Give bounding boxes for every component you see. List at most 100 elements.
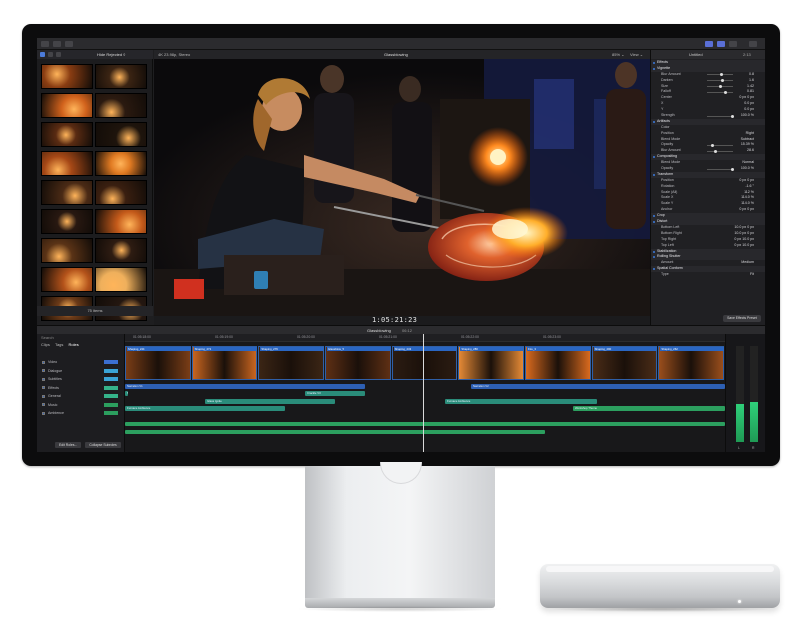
param-slider[interactable] <box>707 73 733 77</box>
section-toggle-icon[interactable] <box>653 62 655 64</box>
section-toggle-icon[interactable] <box>653 268 655 271</box>
tab-tags[interactable]: Tags <box>55 342 63 347</box>
role-color-swatch[interactable] <box>104 411 118 415</box>
clip-thumbnail[interactable] <box>95 267 147 292</box>
clip-thumbnail[interactable] <box>41 151 93 176</box>
audio-clip[interactable]: Glass Ignite <box>205 399 335 404</box>
slider-knob[interactable] <box>723 90 727 94</box>
index-search-field[interactable]: Search <box>41 335 54 340</box>
keyword-icon[interactable] <box>53 41 61 47</box>
timeline-clip[interactable]: Shaping_244 <box>125 346 191 380</box>
audio-clip[interactable]: Workshop Theme <box>573 406 725 411</box>
audio-clip[interactable]: Furnace Ambience <box>445 399 597 404</box>
audio-clip[interactable]: Furnace Ambience <box>125 406 285 411</box>
section-toggle-icon[interactable] <box>653 173 655 176</box>
timeline-clip[interactable]: Shaping_276 <box>258 346 324 380</box>
clip-thumbnail[interactable] <box>95 93 147 118</box>
section-toggle-icon[interactable] <box>653 215 655 218</box>
slider-knob[interactable] <box>731 114 734 118</box>
slider-knob[interactable] <box>719 85 722 89</box>
section-toggle-icon[interactable] <box>653 120 655 123</box>
slider-knob[interactable] <box>710 143 714 147</box>
audio-clip[interactable] <box>125 422 725 426</box>
collapse-subroles-button[interactable]: Collapse Subroles <box>85 442 121 448</box>
playhead-timecode[interactable]: 1:05:21:23 <box>372 316 417 324</box>
inspector-param[interactable]: Type Fit <box>651 272 765 278</box>
timeline-layout-icon[interactable] <box>717 41 725 47</box>
library-icon[interactable] <box>40 52 45 57</box>
role-checkbox[interactable] <box>42 411 45 415</box>
param-slider[interactable] <box>707 85 733 89</box>
param-slider[interactable] <box>707 114 734 118</box>
background-tasks-icon[interactable] <box>65 41 73 47</box>
role-checkbox[interactable] <box>42 394 45 398</box>
clip-thumbnail[interactable] <box>95 64 147 89</box>
clip-filter-menu[interactable]: Hide Rejected ◊ <box>97 52 125 57</box>
import-icon[interactable] <box>41 41 49 47</box>
clip-thumbnail[interactable] <box>95 209 147 234</box>
role-color-swatch[interactable] <box>104 402 118 407</box>
param-slider[interactable] <box>707 167 734 171</box>
clip-thumbnail[interactable] <box>95 151 147 176</box>
slider-knob[interactable] <box>720 73 724 77</box>
timeline-clip[interactable]: Shaping_262 <box>658 346 724 380</box>
clip-thumbnail[interactable] <box>95 238 147 263</box>
role-item[interactable]: Subtitles <box>40 375 122 384</box>
section-toggle-icon[interactable] <box>653 250 655 253</box>
role-item[interactable]: Music <box>40 401 122 410</box>
timeline-clip[interactable]: Shaping_290 <box>591 346 658 380</box>
save-effects-preset-button[interactable]: Save Effects Preset <box>723 315 761 322</box>
slider-knob[interactable] <box>721 79 725 83</box>
role-checkbox[interactable] <box>42 386 45 389</box>
param-slider[interactable] <box>707 149 733 153</box>
clip-thumbnail[interactable] <box>41 64 93 89</box>
timeline-clip[interactable]: Fire_3 <box>525 346 591 380</box>
edit-roles-button[interactable]: Edit Roles... <box>55 442 82 448</box>
playhead[interactable] <box>423 334 424 452</box>
audio-clip[interactable] <box>125 430 545 434</box>
timeline-clip[interactable]: Shaping_280 <box>458 346 524 380</box>
role-color-swatch[interactable] <box>104 360 118 364</box>
param-value[interactable]: Fit <box>750 272 754 278</box>
clip-thumbnail[interactable] <box>41 238 93 263</box>
timeline-clip[interactable]: Shaping_272 <box>191 346 258 380</box>
timeline-clip[interactable]: Shaping_243 <box>391 346 458 380</box>
inspector-layout-icon[interactable] <box>729 41 737 47</box>
slider-knob[interactable] <box>714 149 718 153</box>
tab-roles[interactable]: Roles <box>69 342 79 347</box>
clip-thumbnail[interactable] <box>41 209 93 234</box>
audio-clip[interactable]: Crackle V3 <box>305 391 365 396</box>
param-slider[interactable] <box>707 79 733 83</box>
audio-clip[interactable]: Narration V2 <box>471 384 725 389</box>
timeline[interactable]: 01:05:18:00 01:05:19:00 01:05:20:00 01:05:2… <box>125 334 725 452</box>
role-item[interactable]: Video <box>40 358 122 367</box>
role-color-swatch[interactable] <box>104 377 118 381</box>
role-color-swatch[interactable] <box>104 385 118 390</box>
clip-thumbnail[interactable] <box>41 122 93 147</box>
section-toggle-icon[interactable] <box>653 67 655 70</box>
role-item[interactable]: Ambience <box>40 409 122 418</box>
viewer-video-frame[interactable] <box>154 59 650 316</box>
section-toggle-icon[interactable] <box>653 256 655 259</box>
role-item[interactable]: General <box>40 392 122 401</box>
audio-clip[interactable]: Torch Sound_V1 <box>125 391 128 396</box>
clip-thumbnail[interactable] <box>41 267 93 292</box>
section-toggle-icon[interactable] <box>653 221 655 224</box>
zoom-menu[interactable]: 85% ⌄ <box>612 52 624 57</box>
param-slider[interactable] <box>707 90 733 94</box>
role-item[interactable]: Effects <box>40 384 122 393</box>
share-icon[interactable] <box>749 41 757 47</box>
clip-thumbnail[interactable] <box>95 122 147 147</box>
photos-icon[interactable] <box>48 52 53 57</box>
timeline-clip[interactable]: Glassblow_5 <box>325 346 391 380</box>
param-slider[interactable] <box>707 143 733 147</box>
view-menu[interactable]: View ⌄ <box>630 52 643 57</box>
clip-thumbnail[interactable] <box>41 93 93 118</box>
role-checkbox[interactable] <box>42 403 45 406</box>
section-toggle-icon[interactable] <box>653 156 655 159</box>
tab-clips[interactable]: Clips <box>41 342 50 347</box>
library-layout-icon[interactable] <box>705 41 713 47</box>
timeline-ruler[interactable]: 01:05:18:00 01:05:19:00 01:05:20:00 01:05:2… <box>125 334 725 342</box>
clip-thumbnail[interactable] <box>41 180 93 205</box>
role-checkbox[interactable] <box>42 377 45 381</box>
